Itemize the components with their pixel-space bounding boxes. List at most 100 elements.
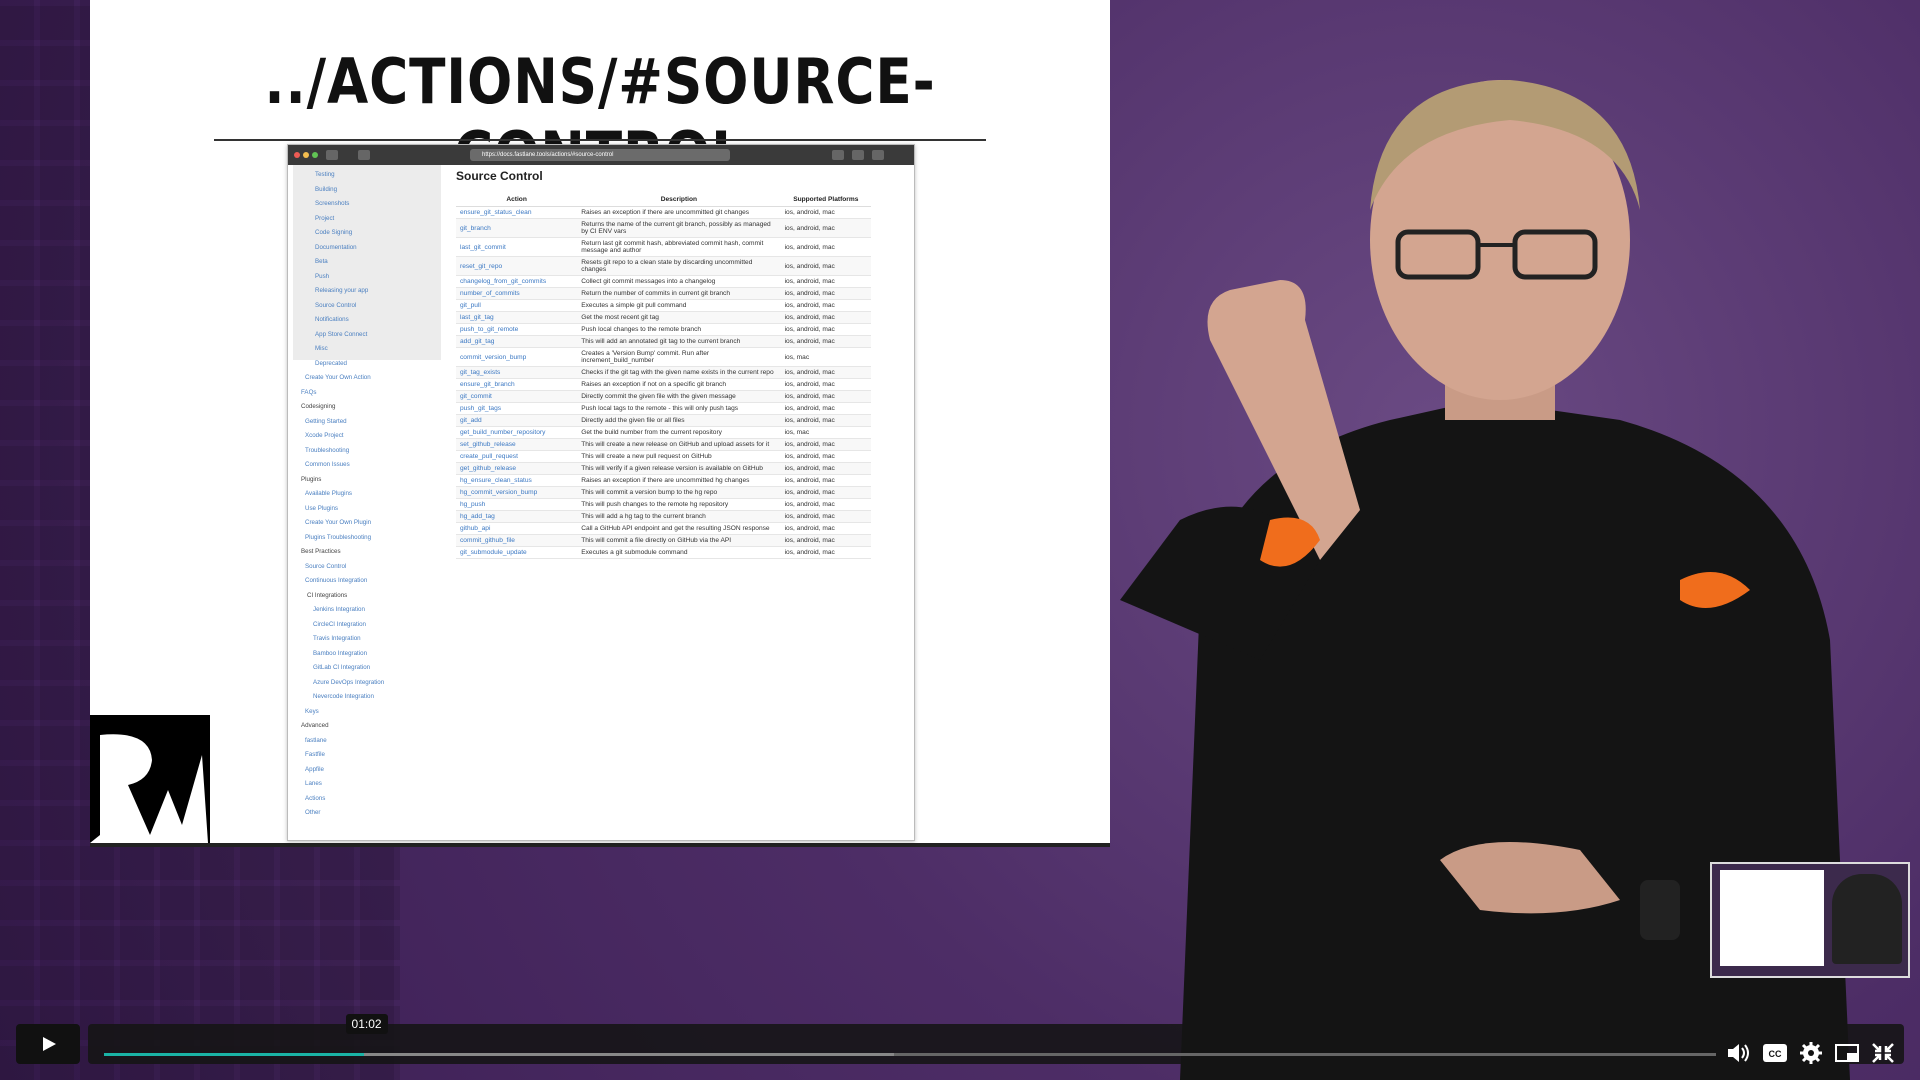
table-row: commit_github_file This will commit a fil…: [456, 534, 871, 547]
sidebar-link[interactable]: Continuous Integration: [305, 577, 367, 584]
supported-platforms: ios, mac: [780, 347, 871, 367]
supported-platforms: ios, android, mac: [780, 275, 871, 288]
sidebar-link[interactable]: Push: [315, 273, 329, 280]
supported-platforms: ios, android, mac: [780, 522, 871, 535]
sidebar-link[interactable]: Nevercode Integration: [313, 693, 374, 700]
sidebar-link[interactable]: Releasing your app: [315, 287, 368, 294]
rw-logo: [90, 715, 210, 843]
action-link[interactable]: push_git_tags: [456, 402, 578, 415]
sidebar-link[interactable]: Bamboo Integration: [313, 650, 367, 657]
sidebar-link[interactable]: Plugins Troubleshooting: [305, 534, 371, 541]
supported-platforms: ios, android, mac: [780, 414, 871, 427]
sidebar-link[interactable]: Lanes: [305, 780, 322, 787]
sidebar-link[interactable]: Screenshots: [315, 200, 349, 207]
supported-platforms: ios, mac: [780, 426, 871, 439]
table-row: add_git_tag This will add an annotated gi…: [456, 335, 871, 348]
sidebar-link[interactable]: Beta: [315, 258, 328, 265]
play-icon: [43, 1037, 56, 1051]
action-link[interactable]: add_git_tag: [456, 335, 578, 348]
sidebar-link[interactable]: Other: [305, 809, 320, 816]
action-link[interactable]: github_api: [456, 522, 578, 535]
action-description: This will commit a file directly on GitH…: [577, 534, 781, 547]
action-description: Executes a git submodule command: [577, 546, 781, 559]
time-tooltip: 01:02: [345, 1014, 388, 1034]
sidebar-link[interactable]: Xcode Project: [305, 432, 344, 439]
table-row: ensure_git_status_clean Raises an excepti…: [456, 206, 871, 219]
action-link[interactable]: ensure_git_status_clean: [456, 206, 578, 219]
action-link[interactable]: git_pull: [456, 299, 578, 312]
action-link[interactable]: hg_push: [456, 498, 578, 511]
captions-icon[interactable]: CC: [1762, 1041, 1788, 1065]
sidebar-link[interactable]: Troubleshooting: [305, 447, 349, 454]
sidebar-link[interactable]: Notifications: [315, 316, 349, 323]
sidebar-link[interactable]: Getting Started: [305, 418, 347, 425]
volume-icon[interactable]: [1726, 1041, 1752, 1065]
action-link[interactable]: hg_ensure_clean_status: [456, 474, 578, 487]
sidebar-link[interactable]: Testing: [315, 171, 335, 178]
sidebar-link[interactable]: FAQs: [301, 389, 316, 396]
sidebar-link[interactable]: CircleCI Integration: [313, 621, 366, 628]
sidebar-link[interactable]: Misc: [315, 345, 328, 352]
sidebar-link[interactable]: Actions: [305, 795, 325, 802]
sidebar-link[interactable]: Create Your Own Action: [305, 374, 371, 381]
sidebar-link[interactable]: Deprecated: [315, 360, 347, 367]
table-row: last_git_commit Return last git commit ha…: [456, 237, 871, 257]
preview-thumbnail: [1710, 862, 1910, 978]
action-description: Checks if the git tag with the given nam…: [577, 366, 781, 379]
fullscreen-exit-icon[interactable]: [1870, 1041, 1896, 1065]
sidebar-link[interactable]: App Store Connect: [315, 331, 367, 338]
action-link[interactable]: ensure_git_branch: [456, 378, 578, 391]
action-link[interactable]: git_submodule_update: [456, 546, 578, 559]
action-link[interactable]: push_to_git_remote: [456, 323, 578, 336]
pip-icon[interactable]: [1834, 1041, 1860, 1065]
sidebar-link[interactable]: Jenkins Integration: [313, 606, 365, 613]
play-button[interactable]: [16, 1024, 80, 1064]
sidebar-link[interactable]: Azure DevOps Integration: [313, 679, 384, 686]
action-description: This will add an annotated git tag to th…: [577, 335, 781, 348]
table-row: github_api Call a GitHub API endpoint and…: [456, 522, 871, 535]
action-link[interactable]: changelog_from_git_commits: [456, 275, 578, 288]
sidebar-link[interactable]: Documentation: [315, 244, 357, 251]
action-link[interactable]: git_branch: [456, 218, 578, 238]
sidebar-section-label: Best Practices: [301, 548, 341, 555]
table-row: get_github_release This will verify if a …: [456, 462, 871, 475]
action-link[interactable]: hg_add_tag: [456, 510, 578, 523]
thumbnail-slide: [1720, 870, 1824, 966]
sidebar-link[interactable]: Use Plugins: [305, 505, 338, 512]
action-link[interactable]: last_git_commit: [456, 237, 578, 257]
sidebar-link[interactable]: Appfile: [305, 766, 324, 773]
action-link[interactable]: get_build_number_repository: [456, 426, 578, 439]
address-bar: https://docs.fastlane.tools/actions/#sou…: [470, 149, 730, 161]
action-link[interactable]: git_add: [456, 414, 578, 427]
sidebar-link[interactable]: Common Issues: [305, 461, 350, 468]
action-link[interactable]: last_git_tag: [456, 311, 578, 324]
sidebar-link[interactable]: Project: [315, 215, 334, 222]
action-link[interactable]: get_github_release: [456, 462, 578, 475]
action-link[interactable]: set_github_release: [456, 438, 578, 451]
action-link[interactable]: reset_git_repo: [456, 256, 578, 276]
action-link[interactable]: number_of_commits: [456, 287, 578, 300]
sidebar-link[interactable]: Fastfile: [305, 751, 325, 758]
sidebar-link[interactable]: Available Plugins: [305, 490, 352, 497]
action-link[interactable]: commit_github_file: [456, 534, 578, 547]
sidebar-link[interactable]: Travis Integration: [313, 635, 361, 642]
sidebar-link[interactable]: Source Control: [315, 302, 356, 309]
sidebar-link[interactable]: Code Signing: [315, 229, 352, 236]
sidebar-link[interactable]: Building: [315, 186, 337, 193]
action-link[interactable]: git_commit: [456, 390, 578, 403]
sidebar-link[interactable]: Source Control: [305, 563, 346, 570]
settings-icon[interactable]: [1798, 1041, 1824, 1065]
action-link[interactable]: commit_version_bump: [456, 347, 578, 367]
table-row: hg_ensure_clean_status Raises an exceptio…: [456, 474, 871, 487]
presentation-slide: ../ACTIONS/#SOURCE-CONTROL https://docs.…: [90, 0, 1110, 843]
action-link[interactable]: hg_commit_version_bump: [456, 486, 578, 499]
sidebar-link[interactable]: Keys: [305, 708, 319, 715]
action-description: Get the most recent git tag: [577, 311, 781, 324]
sidebar-link[interactable]: GitLab CI Integration: [313, 664, 370, 671]
progress-bar[interactable]: 01:02 CC: [88, 1014, 1904, 1065]
action-link[interactable]: create_pull_request: [456, 450, 578, 463]
action-link[interactable]: git_tag_exists: [456, 366, 578, 379]
sidebar-link[interactable]: fastlane: [305, 737, 327, 744]
sidebar-link[interactable]: Create Your Own Plugin: [305, 519, 371, 526]
thumbnail-presenter: [1832, 874, 1902, 964]
